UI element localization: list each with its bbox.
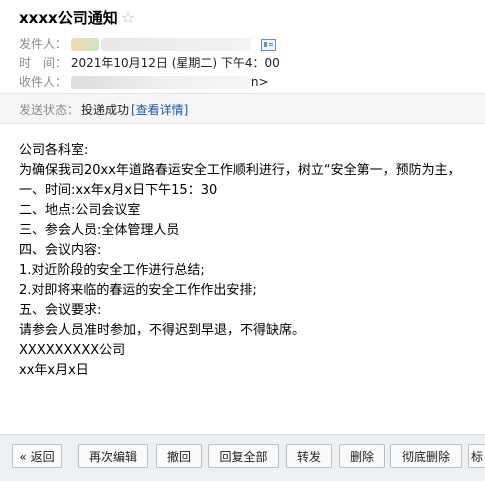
body-line: 为确保我司20xx年道路春运安全工作顺利进行，树立“安全第一，预防为主， [19, 163, 461, 178]
body-line: 四、会议内容: [19, 243, 102, 258]
back-button[interactable]: « 返回 [12, 444, 62, 468]
body-line: xx年x月x日 [19, 363, 89, 378]
star-icon[interactable]: ☆ [121, 8, 135, 27]
status-label: 发送状态： [19, 103, 80, 117]
body-line: 二、地点:公司会议室 [19, 203, 141, 218]
edit-again-button[interactable]: 再次编辑 [78, 444, 148, 468]
contact-card-icon[interactable] [260, 38, 276, 51]
body-line: 公司各科室: [19, 143, 89, 158]
delete-permanently-button[interactable]: 彻底删除 [390, 444, 462, 468]
body-line: 2.对即将来临的春运的安全工作作出安排; [19, 283, 257, 298]
body-line: 五、会议要求: [19, 303, 102, 318]
sender-label: 发件人： [19, 37, 68, 51]
time-value: 2021年10月12日 (星期二) 下午4：00 [70, 56, 280, 70]
recipient-suffix: n> [250, 75, 269, 89]
action-toolbar: « 返回 再次编辑 撤回 回复全部 转发 删除 彻底删除 标 [0, 434, 485, 481]
email-subject: xxxx公司通知 ☆ [19, 7, 135, 28]
sender-redacted-address [100, 38, 251, 51]
time-label: 时 间： [19, 56, 68, 70]
sender-row: 发件人： [19, 35, 276, 52]
body-line: 三、参会人员:全体管理人员 [19, 223, 180, 238]
time-row: 时 间： 2021年10月12日 (星期二) 下午4：00 [19, 54, 280, 71]
delivery-status-bar: 发送状态： 投递成功 [查看详情] [0, 93, 485, 124]
body-line: 一、时间:xx年x月x日下午15：30 [19, 183, 218, 198]
mark-button[interactable]: 标 [468, 444, 485, 468]
recipient-row: 收件人： n> [19, 73, 269, 90]
email-body: 公司各科室: 为确保我司20xx年道路春运安全工作顺利进行，树立“安全第一，预防… [19, 141, 485, 381]
body-line: XXXXXXXXX公司 [19, 343, 126, 358]
delete-button[interactable]: 删除 [339, 444, 385, 468]
view-details-link[interactable]: [查看详情] [131, 101, 188, 118]
status-value: 投递成功 [81, 103, 130, 117]
recall-button[interactable]: 撤回 [156, 444, 202, 468]
email-header: xxxx公司通知 ☆ 发件人： 时 间： 2021年10月12日 (星期二) 下午… [0, 0, 485, 124]
body-line: 请参会人员准时参加，不得迟到早退，不得缺席。 [19, 323, 306, 338]
email-subject-text: xxxx公司通知 [19, 9, 118, 27]
reply-all-button[interactable]: 回复全部 [208, 444, 279, 468]
body-line: 1.对近阶段的安全工作进行总结; [19, 263, 205, 278]
sender-redacted [70, 38, 99, 51]
recipient-label: 收件人： [19, 75, 68, 89]
recipient-redacted [70, 76, 251, 89]
forward-button[interactable]: 转发 [286, 444, 332, 468]
